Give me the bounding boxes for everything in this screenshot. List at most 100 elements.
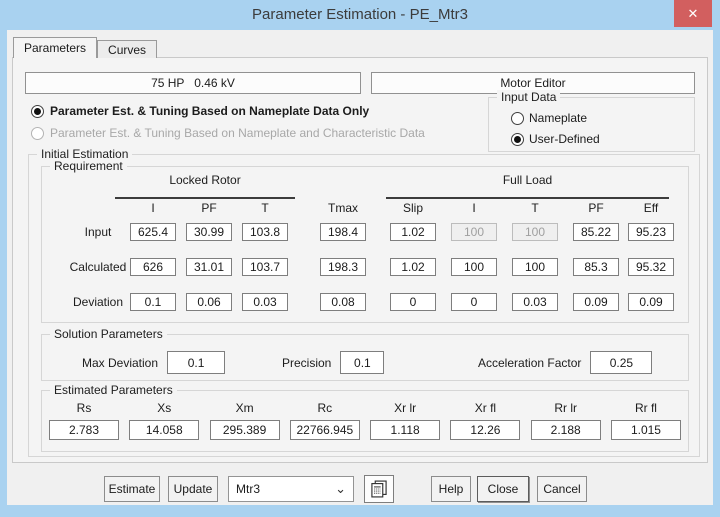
estimated-parameters-group: Estimated Parameters Rs2.783Xs14.058Xm29… xyxy=(41,390,689,452)
input-data-group-label: Input Data xyxy=(497,90,560,104)
estimated-param-value: 14.058 xyxy=(129,420,199,440)
req-input-cell-6: 100 xyxy=(512,223,558,241)
solution-parameters-group: Solution Parameters Max Deviation0.1Prec… xyxy=(41,334,689,381)
solution-field-label: Acceleration Factor xyxy=(478,356,581,370)
row-label-calculated: Calculated xyxy=(56,260,140,274)
estimated-parameters-group-label: Estimated Parameters xyxy=(50,383,177,397)
estimated-param-xr-lr: Xr lr1.118 xyxy=(367,401,443,440)
column-header-i-5: I xyxy=(451,201,497,215)
solution-field-label: Precision xyxy=(282,356,331,370)
estimated-param-value: 22766.945 xyxy=(290,420,360,440)
requirement-table: Locked RotorFull LoadIPFTTmaxSlipITPFEff… xyxy=(42,167,688,322)
input-data-options: Nameplate User-Defined xyxy=(511,110,600,147)
req-deviation-cell-7: 0.09 xyxy=(573,293,619,311)
radio-icon xyxy=(31,127,44,140)
estimated-param-label: Xr fl xyxy=(475,401,496,415)
req-input-cell-3[interactable]: 198.4 xyxy=(320,223,366,241)
parameter-estimation-window: Parameter Estimation - PE_Mtr3 ✕ Paramet… xyxy=(0,0,720,517)
radio-icon[interactable] xyxy=(511,112,524,125)
estimated-param-rs: Rs 2.783 xyxy=(46,401,122,440)
tab-curves[interactable]: Curves xyxy=(97,40,157,58)
dialog-body: ParametersCurves 75 HP 0.46 kV Motor Edi… xyxy=(7,30,713,505)
req-deviation-cell-2: 0.03 xyxy=(242,293,288,311)
estimated-param-value: 12.26 xyxy=(450,420,520,440)
column-header-pf-1: PF xyxy=(186,201,232,215)
estimated-param-value: 2.188 xyxy=(531,420,601,440)
req-input-cell-2[interactable]: 103.8 xyxy=(242,223,288,241)
estimation-option-label: Parameter Est. & Tuning Based on Namepla… xyxy=(50,104,369,118)
window-title: Parameter Estimation - PE_Mtr3 xyxy=(0,0,720,30)
full-load-header: Full Load xyxy=(386,173,669,187)
req-input-cell-0[interactable]: 625.4 xyxy=(130,223,176,241)
estimated-param-value: 1.015 xyxy=(611,420,681,440)
column-header-eff-8: Eff xyxy=(628,201,674,215)
acceleration-factor-input[interactable]: 0.25 xyxy=(590,351,652,374)
close-icon: ✕ xyxy=(688,6,699,22)
radio-icon[interactable] xyxy=(31,105,44,118)
estimated-param-label: Rr lr xyxy=(554,401,577,415)
column-header-t-2: T xyxy=(242,201,288,215)
input-data-option-nameplate[interactable]: Nameplate xyxy=(511,110,600,126)
cancel-button[interactable]: Cancel xyxy=(537,476,587,502)
full-load-underline xyxy=(386,197,669,199)
solution-field-acceleration-factor: Acceleration Factor 0.25 xyxy=(478,351,652,374)
max-deviation-input[interactable]: 0.1 xyxy=(167,351,225,374)
estimated-param-xm: Xm295.389 xyxy=(207,401,283,440)
req-input-cell-4[interactable]: 1.02 xyxy=(390,223,436,241)
estimated-param-label: Rs xyxy=(77,401,92,415)
req-deviation-cell-4: 0 xyxy=(390,293,436,311)
estimated-param-label: Rc xyxy=(318,401,333,415)
req-input-cell-5: 100 xyxy=(451,223,497,241)
req-input-cell-7[interactable]: 85.22 xyxy=(573,223,619,241)
estimated-param-rr-fl: Rr fl1.015 xyxy=(608,401,684,440)
req-calculated-cell-6: 100 xyxy=(512,258,558,276)
input-data-option-user-defined[interactable]: User-Defined xyxy=(511,131,600,147)
row-label-deviation: Deviation xyxy=(56,295,140,309)
req-deviation-cell-0: 0.1 xyxy=(130,293,176,311)
req-calculated-cell-0: 626 xyxy=(130,258,176,276)
req-calculated-cell-8: 95.32 xyxy=(628,258,674,276)
estimated-param-xs: Xs 14.058 xyxy=(126,401,202,440)
input-data-group: Input Data NameplateUser-Defined xyxy=(488,97,695,152)
req-input-cell-1[interactable]: 30.99 xyxy=(186,223,232,241)
tab-parameters[interactable]: Parameters xyxy=(13,37,97,58)
update-button[interactable]: Update xyxy=(168,476,218,502)
input-data-option-label: User-Defined xyxy=(529,132,600,146)
estimate-button[interactable]: Estimate xyxy=(104,476,160,502)
column-header-i-0: I xyxy=(130,201,176,215)
close-dialog-button[interactable]: Close xyxy=(477,476,529,502)
solution-field-label: Max Deviation xyxy=(82,356,158,370)
help-button[interactable]: Help xyxy=(431,476,471,502)
solution-field-max-deviation: Max Deviation 0.1 xyxy=(82,351,225,374)
row-label-input: Input xyxy=(56,225,140,239)
locked-rotor-underline xyxy=(115,197,295,199)
estimation-option-label: Parameter Est. & Tuning Based on Namepla… xyxy=(50,126,425,140)
column-header-tmax-3: Tmax xyxy=(320,201,366,215)
locked-rotor-header: Locked Rotor xyxy=(115,173,295,187)
estimated-param-rr-lr: Rr lr 2.188 xyxy=(528,401,604,440)
precision-input[interactable]: 0.1 xyxy=(340,351,384,374)
radio-icon[interactable] xyxy=(511,133,524,146)
input-data-option-label: Nameplate xyxy=(529,111,587,125)
req-deviation-cell-1: 0.06 xyxy=(186,293,232,311)
estimated-param-label: Xr lr xyxy=(394,401,416,415)
req-calculated-cell-4: 1.02 xyxy=(390,258,436,276)
device-combobox[interactable]: Mtr3 ⌄ xyxy=(228,476,354,502)
solution-parameters-fields: Max Deviation 0.1 Precision 0.1 Acceleration… xyxy=(42,335,688,380)
estimated-param-label: Xs xyxy=(157,401,171,415)
estimation-option-1[interactable]: Parameter Est. & Tuning Based on Namepla… xyxy=(31,103,369,119)
req-input-cell-8[interactable]: 95.23 xyxy=(628,223,674,241)
req-calculated-cell-5: 100 xyxy=(451,258,497,276)
chevron-down-icon: ⌄ xyxy=(335,484,346,494)
parameters-tab-panel: 75 HP 0.46 kV Motor Editor Parameter Est… xyxy=(12,57,708,463)
titlebar: Parameter Estimation - PE_Mtr3 ✕ xyxy=(0,0,720,30)
req-calculated-cell-1: 31.01 xyxy=(186,258,232,276)
rating-field: 75 HP 0.46 kV xyxy=(25,72,361,94)
report-button[interactable] xyxy=(364,475,394,503)
estimated-param-value: 2.783 xyxy=(49,420,119,440)
requirement-group: Requirement Locked RotorFull LoadIPFTTma… xyxy=(41,166,689,323)
close-button[interactable]: ✕ xyxy=(674,0,712,27)
estimated-param-xr-fl: Xr fl 12.26 xyxy=(447,401,523,440)
req-deviation-cell-5: 0 xyxy=(451,293,497,311)
estimation-option-2: Parameter Est. & Tuning Based on Namepla… xyxy=(31,125,425,141)
